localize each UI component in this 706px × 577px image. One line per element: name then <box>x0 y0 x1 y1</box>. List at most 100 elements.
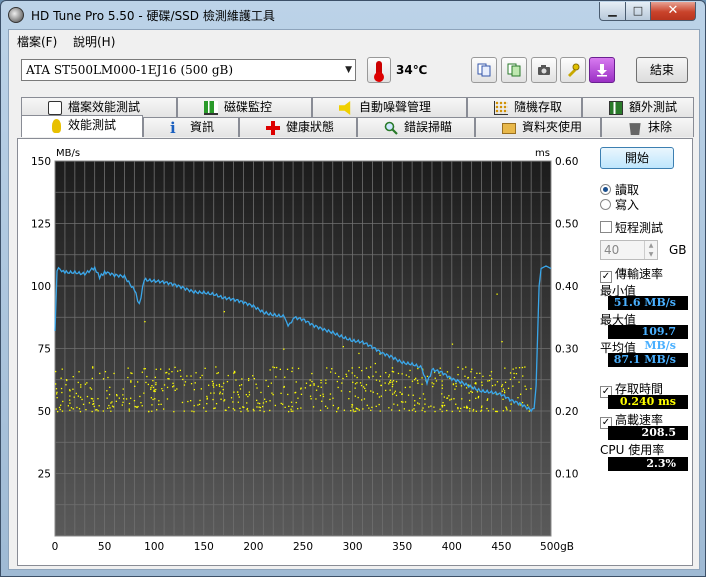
y-right-tick-label: 0.40 <box>555 281 578 293</box>
exit-button[interactable]: 結束 <box>636 57 688 83</box>
tab-random-access[interactable]: 隨機存取 <box>467 97 582 117</box>
benchmark-chart: MB/s ms 150 125 100 75 50 25 0.60 0.50 0.40 0.30 0… <box>31 148 578 553</box>
access-time-point <box>297 408 299 410</box>
copy-text-button[interactable] <box>471 57 497 83</box>
access-time-point <box>414 400 416 402</box>
toolbar: ATA ST500LM000-1EJ16 (500 gB) ▼ 34℃ 結束 <box>9 52 699 92</box>
close-button[interactable]: ✕ <box>650 2 696 21</box>
menu-file[interactable]: 檔案(F) <box>17 33 57 50</box>
y-left-tick-label: 50 <box>38 406 51 418</box>
short-test-checkbox[interactable]: 短程測試 <box>600 219 663 236</box>
access-time-point <box>358 366 360 369</box>
tab-folder-usage[interactable]: 資料夾使用 <box>475 117 601 137</box>
access-time-point <box>258 406 260 408</box>
tab-aam[interactable]: 自動噪聲管理(AAM) <box>312 97 467 133</box>
access-time-point <box>287 393 289 396</box>
maximize-button[interactable]: □ <box>625 2 651 21</box>
access-time-point <box>248 379 250 382</box>
tab-disk-monitor[interactable]: 磁碟監控 <box>177 97 312 117</box>
access-time-point <box>163 384 166 386</box>
write-radio[interactable]: 寫入 <box>600 196 639 213</box>
access-time-point <box>422 407 424 409</box>
access-time-point <box>280 392 282 394</box>
access-time-point <box>411 380 414 382</box>
access-time-point <box>480 409 483 411</box>
access-time-point <box>434 410 436 413</box>
access-time-point <box>509 410 511 412</box>
magnifier-icon <box>384 121 398 135</box>
screenshot-button[interactable] <box>531 57 557 83</box>
access-time-point <box>331 368 333 370</box>
access-time-point <box>396 404 399 406</box>
spinner-arrows-icon[interactable]: ▲ ▼ <box>644 241 657 259</box>
access-time-point <box>352 381 354 383</box>
x-tick-label: 50 <box>98 541 111 553</box>
access-time-point <box>239 388 242 390</box>
access-time-point <box>130 381 132 383</box>
transfer-rate-checkbox[interactable]: ✓ 傳輸速率 <box>600 265 663 283</box>
access-time-point <box>354 383 357 385</box>
access-time-point <box>309 384 311 387</box>
access-time-point <box>300 387 302 389</box>
access-time-point <box>421 377 423 379</box>
copy-screenshot-button[interactable] <box>501 57 527 83</box>
access-time-point <box>375 405 377 407</box>
access-time-point <box>470 371 472 373</box>
tab-error-scan[interactable]: 錯誤掃瞄 <box>357 117 475 137</box>
access-time-point <box>421 409 423 411</box>
copy-text-icon <box>477 63 491 77</box>
access-time-point <box>451 343 454 345</box>
options-button[interactable] <box>560 57 586 83</box>
x-tick-label: 300 <box>343 541 363 553</box>
copy-screenshot-icon <box>507 63 521 77</box>
access-time-point <box>526 404 529 406</box>
tab-erase[interactable]: 抹除 <box>601 117 694 137</box>
access-time-point <box>98 405 100 407</box>
access-time-point <box>321 400 323 402</box>
access-time-point <box>388 383 390 385</box>
access-time-point <box>77 395 79 397</box>
access-time-point <box>343 409 345 411</box>
access-time-point <box>353 410 355 413</box>
access-time-point <box>90 397 93 400</box>
access-time-point <box>506 409 508 411</box>
access-time-point <box>460 407 462 410</box>
short-test-size-input[interactable]: 40 ▲ ▼ <box>600 240 658 260</box>
access-time-point <box>241 378 243 380</box>
start-button[interactable]: 開始 <box>600 147 674 169</box>
options-icon <box>568 63 580 77</box>
access-time-point <box>462 368 464 370</box>
access-time-point <box>348 370 350 372</box>
access-time-point <box>187 400 189 403</box>
tab-extra-tests[interactable]: 額外測試 <box>582 97 694 117</box>
read-label: 讀取 <box>615 183 640 197</box>
tab-health[interactable]: 健康狀態 <box>239 117 357 137</box>
access-time-point <box>236 391 239 393</box>
tab-file-benchmark[interactable]: 檔案效能測試 <box>21 97 177 117</box>
tab-info[interactable]: i 資訊 <box>143 117 239 137</box>
thermometer-icon[interactable] <box>367 57 391 83</box>
access-time-point <box>127 367 129 369</box>
access-time-point <box>501 390 503 392</box>
access-time-point <box>286 368 289 370</box>
access-time-point <box>338 376 340 378</box>
access-time-point <box>78 408 81 410</box>
access-time-point <box>92 400 94 402</box>
access-time-point <box>336 380 338 383</box>
access-time-point <box>238 396 240 398</box>
access-time-point <box>248 391 250 393</box>
access-time-point <box>433 383 435 385</box>
save-button[interactable] <box>589 57 615 83</box>
access-time-point <box>346 375 348 377</box>
access-time-point <box>431 382 433 384</box>
access-time-point <box>404 401 407 403</box>
access-time-point <box>61 410 64 412</box>
minimize-button[interactable]: ▁ <box>599 2 626 21</box>
access-time-point <box>370 366 372 368</box>
access-time-point <box>329 393 332 395</box>
access-time-point <box>360 384 363 387</box>
title-bar[interactable]: HD Tune Pro 5.50 - 硬碟/SSD 檢測維護工具 ▁ □ ✕ <box>1 1 705 29</box>
tab-benchmark[interactable]: 效能測試 <box>21 115 143 137</box>
menu-help[interactable]: 說明(H) <box>73 33 115 50</box>
drive-select[interactable]: ATA ST500LM000-1EJ16 (500 gB) ▼ <box>21 59 356 81</box>
